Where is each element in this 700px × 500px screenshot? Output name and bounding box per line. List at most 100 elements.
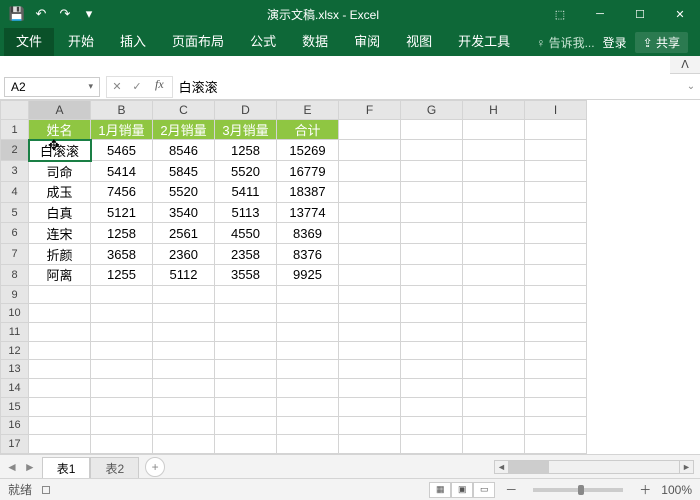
cell[interactable]	[401, 304, 463, 323]
cell[interactable]: 8369	[277, 223, 339, 244]
cell[interactable]	[29, 323, 91, 342]
cell[interactable]	[339, 223, 401, 244]
row-header[interactable]: 11	[1, 323, 29, 342]
cell[interactable]	[525, 140, 587, 161]
cell[interactable]	[463, 341, 525, 360]
share-button[interactable]: ⇪ 共享	[635, 32, 688, 53]
row-header[interactable]: 10	[1, 304, 29, 323]
row-header[interactable]: 9	[1, 285, 29, 304]
cell[interactable]: 16779	[277, 161, 339, 182]
cell[interactable]	[401, 244, 463, 265]
cell[interactable]: 18387	[277, 181, 339, 202]
cell[interactable]	[463, 323, 525, 342]
row-header[interactable]: 13	[1, 360, 29, 379]
cell[interactable]	[463, 119, 525, 140]
cell[interactable]	[401, 202, 463, 223]
row-header[interactable]: 5	[1, 202, 29, 223]
sheet-tab[interactable]: 表1	[42, 457, 91, 479]
qat-dropdown[interactable]: ▾	[78, 3, 100, 25]
view-page-break-button[interactable]: ▭	[473, 482, 495, 498]
cell[interactable]	[401, 285, 463, 304]
cell[interactable]	[91, 435, 153, 454]
tab-数据[interactable]: 数据	[290, 28, 340, 56]
col-header[interactable]: D	[215, 101, 277, 120]
cell[interactable]: 2358	[215, 244, 277, 265]
cell[interactable]	[277, 304, 339, 323]
cell[interactable]	[29, 397, 91, 416]
cell[interactable]: 2月销量	[153, 119, 215, 140]
cell[interactable]	[153, 379, 215, 398]
cell[interactable]	[525, 244, 587, 265]
cell[interactable]	[29, 416, 91, 435]
cell[interactable]	[215, 323, 277, 342]
row-header[interactable]: 7	[1, 244, 29, 265]
cell[interactable]	[339, 264, 401, 285]
cell[interactable]: 1258	[215, 140, 277, 161]
name-box-dropdown-icon[interactable]: ▾	[88, 81, 93, 92]
cell[interactable]	[463, 285, 525, 304]
cell[interactable]	[153, 397, 215, 416]
macro-record-icon[interactable]	[42, 486, 50, 494]
redo-button[interactable]: ↷	[54, 3, 76, 25]
cell[interactable]	[215, 304, 277, 323]
cell[interactable]	[525, 181, 587, 202]
tab-插入[interactable]: 插入	[108, 28, 158, 56]
cell[interactable]	[525, 416, 587, 435]
cell[interactable]	[401, 435, 463, 454]
cell[interactable]: 1258	[91, 223, 153, 244]
zoom-thumb[interactable]	[578, 485, 584, 495]
close-button[interactable]: ✕	[660, 0, 700, 28]
cell[interactable]	[339, 244, 401, 265]
cell[interactable]	[215, 416, 277, 435]
col-header[interactable]: B	[91, 101, 153, 120]
cell[interactable]: 5113	[215, 202, 277, 223]
cell[interactable]	[29, 379, 91, 398]
zoom-level[interactable]: 100%	[661, 483, 692, 497]
cell[interactable]	[401, 397, 463, 416]
formula-input[interactable]	[173, 77, 682, 97]
cell[interactable]	[525, 360, 587, 379]
cell[interactable]	[401, 223, 463, 244]
view-page-layout-button[interactable]: ▣	[451, 482, 473, 498]
cell[interactable]: 1月销量	[91, 119, 153, 140]
cell[interactable]	[339, 181, 401, 202]
cell[interactable]	[153, 416, 215, 435]
cell[interactable]	[215, 379, 277, 398]
formula-expand-button[interactable]: ⌄	[682, 81, 700, 92]
cell[interactable]: 15269	[277, 140, 339, 161]
scroll-right-button[interactable]: ►	[679, 461, 693, 473]
cell[interactable]: 9925	[277, 264, 339, 285]
cell[interactable]	[463, 140, 525, 161]
cell[interactable]	[153, 323, 215, 342]
cell[interactable]: 7456	[91, 181, 153, 202]
cell[interactable]	[91, 285, 153, 304]
cell[interactable]	[525, 119, 587, 140]
cell[interactable]	[339, 379, 401, 398]
cell[interactable]	[91, 416, 153, 435]
col-header[interactable]: A	[29, 101, 91, 120]
cell[interactable]	[277, 435, 339, 454]
zoom-in-button[interactable]: ＋	[639, 481, 651, 498]
horizontal-scrollbar[interactable]: ◄ ►	[494, 460, 694, 474]
cell[interactable]: 司命	[29, 161, 91, 182]
scroll-left-button[interactable]: ◄	[495, 461, 509, 473]
cell[interactable]	[463, 304, 525, 323]
cell[interactable]	[277, 360, 339, 379]
col-header[interactable]: I	[525, 101, 587, 120]
cell[interactable]	[91, 379, 153, 398]
col-header[interactable]: C	[153, 101, 215, 120]
zoom-out-button[interactable]: －	[505, 481, 517, 498]
cell[interactable]	[91, 304, 153, 323]
cell[interactable]	[525, 264, 587, 285]
cell[interactable]	[153, 435, 215, 454]
tab-开发工具[interactable]: 开发工具	[446, 28, 522, 56]
cell[interactable]: 成玉	[29, 181, 91, 202]
cell[interactable]	[339, 341, 401, 360]
cell[interactable]: 3月销量	[215, 119, 277, 140]
cell[interactable]	[525, 341, 587, 360]
cell[interactable]: 5121	[91, 202, 153, 223]
cell[interactable]	[525, 223, 587, 244]
cell[interactable]	[339, 323, 401, 342]
cell[interactable]	[401, 181, 463, 202]
tab-页面布局[interactable]: 页面布局	[160, 28, 236, 56]
